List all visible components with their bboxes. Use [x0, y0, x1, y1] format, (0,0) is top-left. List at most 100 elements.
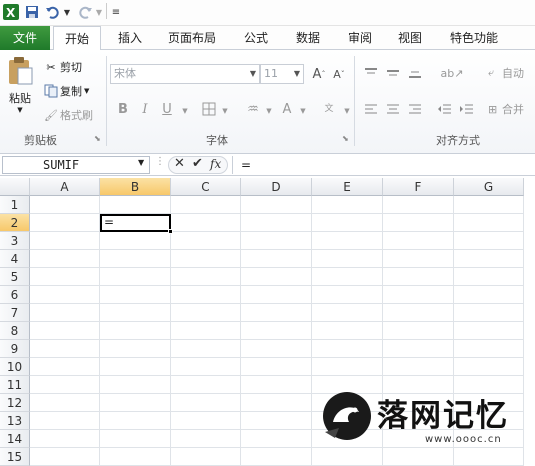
cell-c14[interactable]: [171, 430, 241, 448]
cell-c5[interactable]: [171, 268, 241, 286]
enter-icon[interactable]: ✔: [192, 156, 203, 171]
column-header-b[interactable]: B: [100, 178, 171, 196]
tab-page-layout[interactable]: 页面布局: [162, 26, 222, 50]
cell-a12[interactable]: [30, 394, 100, 412]
select-all-corner[interactable]: [0, 178, 30, 196]
grow-font-button[interactable]: Aˆ: [310, 65, 328, 83]
cell-d6[interactable]: [241, 286, 312, 304]
undo-dropdown-icon[interactable]: ▼: [62, 3, 72, 21]
cell-b1[interactable]: [100, 196, 171, 214]
cell-a7[interactable]: [30, 304, 100, 322]
bold-button[interactable]: B: [114, 100, 132, 118]
cell-b10[interactable]: [100, 358, 171, 376]
cell-c3[interactable]: [171, 232, 241, 250]
row-header-3[interactable]: 3: [0, 232, 30, 250]
cell-a5[interactable]: [30, 268, 100, 286]
cell-b3[interactable]: [100, 232, 171, 250]
cell-e2[interactable]: [312, 214, 383, 232]
cell-a3[interactable]: [30, 232, 100, 250]
cell-c15[interactable]: [171, 448, 241, 466]
cell-d9[interactable]: [241, 340, 312, 358]
cell-c13[interactable]: [171, 412, 241, 430]
cell-f10[interactable]: [383, 358, 454, 376]
cell-a6[interactable]: [30, 286, 100, 304]
cell-d1[interactable]: [241, 196, 312, 214]
font-launcher-icon[interactable]: ⬊: [342, 134, 349, 143]
customize-qat-icon[interactable]: ≡: [110, 3, 122, 21]
redo-icon[interactable]: [76, 3, 94, 21]
italic-button[interactable]: I: [136, 100, 154, 118]
cell-f4[interactable]: [383, 250, 454, 268]
cell-g3[interactable]: [454, 232, 524, 250]
cell-d3[interactable]: [241, 232, 312, 250]
fill-handle[interactable]: [168, 229, 173, 234]
cell-f5[interactable]: [383, 268, 454, 286]
cell-a1[interactable]: [30, 196, 100, 214]
cell-e4[interactable]: [312, 250, 383, 268]
cell-e9[interactable]: [312, 340, 383, 358]
tab-formulas[interactable]: 公式: [236, 26, 276, 50]
cell-b11[interactable]: [100, 376, 171, 394]
copy-button[interactable]: 复制 ▼: [42, 82, 89, 100]
column-header-e[interactable]: E: [312, 178, 383, 196]
cell-f8[interactable]: [383, 322, 454, 340]
row-header-8[interactable]: 8: [0, 322, 30, 340]
fill-color-dropdown-icon[interactable]: ▼: [260, 102, 278, 120]
cell-f9[interactable]: [383, 340, 454, 358]
align-middle-button[interactable]: [384, 64, 402, 82]
cell-a15[interactable]: [30, 448, 100, 466]
row-header-4[interactable]: 4: [0, 250, 30, 268]
row-header-10[interactable]: 10: [0, 358, 30, 376]
cell-g8[interactable]: [454, 322, 524, 340]
decrease-indent-button[interactable]: [436, 100, 454, 118]
font-color-dropdown-icon[interactable]: ▼: [294, 102, 312, 120]
cell-e8[interactable]: [312, 322, 383, 340]
cell-d5[interactable]: [241, 268, 312, 286]
cell-c12[interactable]: [171, 394, 241, 412]
increase-indent-button[interactable]: [458, 100, 476, 118]
cell-e5[interactable]: [312, 268, 383, 286]
row-header-13[interactable]: 13: [0, 412, 30, 430]
column-header-f[interactable]: F: [383, 178, 454, 196]
font-size-combobox[interactable]: 11 ▼: [260, 64, 304, 84]
cell-g9[interactable]: [454, 340, 524, 358]
cell-b7[interactable]: [100, 304, 171, 322]
align-right-button[interactable]: [406, 100, 424, 118]
cell-a2[interactable]: [30, 214, 100, 232]
format-painter-button[interactable]: 🖌 格式刷: [42, 106, 93, 124]
cell-b5[interactable]: [100, 268, 171, 286]
cell-d15[interactable]: [241, 448, 312, 466]
cell-c1[interactable]: [171, 196, 241, 214]
cell-b8[interactable]: [100, 322, 171, 340]
align-bottom-button[interactable]: [406, 64, 424, 82]
cell-f1[interactable]: [383, 196, 454, 214]
paste-button[interactable]: 粘贴 ▼: [4, 56, 36, 116]
column-header-c[interactable]: C: [171, 178, 241, 196]
tab-file[interactable]: 文件: [0, 26, 50, 50]
row-header-2[interactable]: 2: [0, 214, 30, 232]
cell-d2[interactable]: [241, 214, 312, 232]
cancel-icon[interactable]: ✕: [174, 156, 185, 171]
cell-b13[interactable]: [100, 412, 171, 430]
cell-d12[interactable]: [241, 394, 312, 412]
cell-e6[interactable]: [312, 286, 383, 304]
cell-c9[interactable]: [171, 340, 241, 358]
cell-e7[interactable]: [312, 304, 383, 322]
row-header-6[interactable]: 6: [0, 286, 30, 304]
row-header-1[interactable]: 1: [0, 196, 30, 214]
cell-d14[interactable]: [241, 430, 312, 448]
tab-special-features[interactable]: 特色功能: [444, 26, 504, 50]
borders-dropdown-icon[interactable]: ▼: [216, 102, 234, 120]
underline-button[interactable]: U: [158, 100, 176, 118]
clipboard-launcher-icon[interactable]: ⬊: [94, 134, 101, 143]
formula-bar-splitter-icon[interactable]: ⋮: [155, 156, 165, 174]
tab-insert[interactable]: 插入: [110, 26, 150, 50]
cell-f7[interactable]: [383, 304, 454, 322]
cell-a10[interactable]: [30, 358, 100, 376]
cell-d4[interactable]: [241, 250, 312, 268]
font-name-combobox[interactable]: 宋体 ▼: [110, 64, 260, 84]
cell-b15[interactable]: [100, 448, 171, 466]
undo-icon[interactable]: [44, 3, 62, 21]
cell-g4[interactable]: [454, 250, 524, 268]
cell-d10[interactable]: [241, 358, 312, 376]
